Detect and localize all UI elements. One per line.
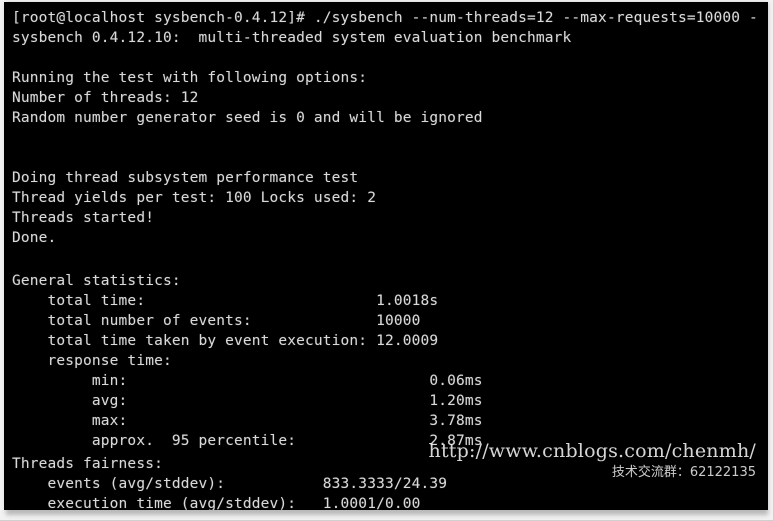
terminal-line-done: Done. <box>12 230 57 246</box>
terminal-line-total-events: total number of events: 10000 <box>12 313 421 329</box>
terminal-line-doing-thread-test: Doing thread subsystem performance test <box>12 170 359 186</box>
terminal-line-response-min: min: 0.06ms <box>12 373 483 389</box>
terminal-line-fairness-exec-time: execution time (avg/stddev): 1.0001/0.00 <box>12 496 421 510</box>
terminal-line-response-time: response time: <box>12 353 172 369</box>
terminal-line-threads-fairness: Threads fairness: <box>12 456 163 472</box>
terminal-line-random-seed: Random number generator seed is 0 and wi… <box>12 110 483 126</box>
terminal-line-response-avg: avg: 1.20ms <box>12 393 483 409</box>
terminal-line-version-banner: sysbench 0.4.12.10: multi-threaded syste… <box>12 30 572 46</box>
screenshot-root: [root@localhost sysbench-0.4.12]# ./sysb… <box>0 0 774 521</box>
terminal-line-response-max: max: 3.78ms <box>12 413 483 429</box>
terminal-line-prompt: [root@localhost sysbench-0.4.12]# ./sysb… <box>12 10 758 26</box>
terminal-line-number-of-threads: Number of threads: 12 <box>12 90 199 106</box>
watermark-subtitle: 技术交流群：62122135 <box>611 465 756 480</box>
terminal-line-running-options: Running the test with following options: <box>12 70 368 86</box>
terminal-window[interactable]: [root@localhost sysbench-0.4.12]# ./sysb… <box>4 2 768 510</box>
terminal-line-fairness-events: events (avg/stddev): 833.3333/24.39 <box>12 476 448 492</box>
terminal-line-general-statistics: General statistics: <box>12 273 181 289</box>
terminal-line-threads-started: Threads started! <box>12 210 155 226</box>
terminal-line-total-time: total time: 1.0018s <box>12 293 439 309</box>
terminal-line-thread-yields: Thread yields per test: 100 Locks used: … <box>12 190 377 206</box>
terminal-line-response-95pct: approx. 95 percentile: 2.87ms <box>12 433 483 449</box>
terminal-line-total-exec-time: total time taken by event execution: 12.… <box>12 333 439 349</box>
